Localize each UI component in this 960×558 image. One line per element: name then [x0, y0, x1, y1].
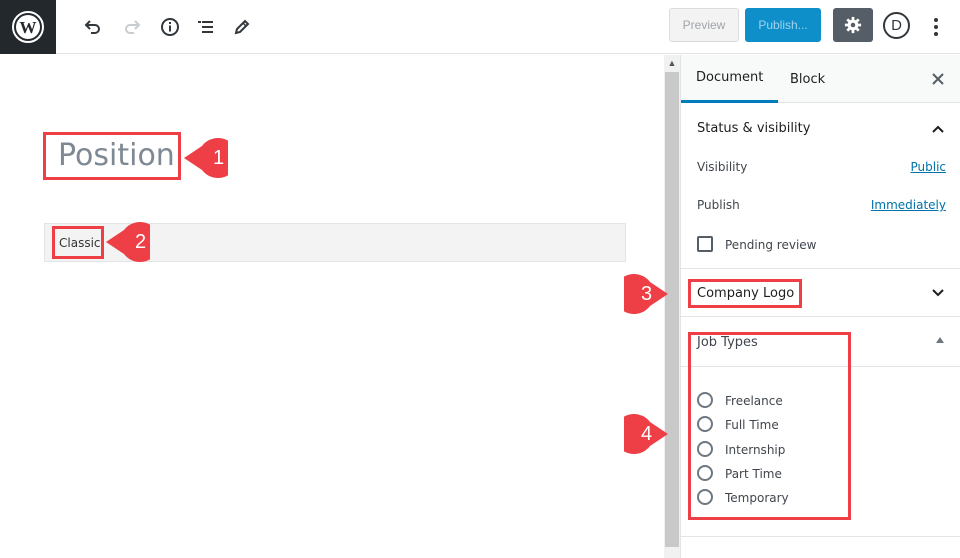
radio-full-time[interactable]	[697, 416, 713, 432]
pencil-icon	[234, 19, 250, 35]
pending-review-checkbox[interactable]	[697, 236, 713, 252]
info-icon	[161, 18, 179, 36]
radio-internship[interactable]	[697, 441, 713, 457]
publish-button[interactable]: Publish...	[745, 8, 821, 42]
editor-canvas: Position Classic	[0, 55, 664, 558]
annotation-number-4: 4	[641, 423, 653, 445]
content-info-button[interactable]	[155, 12, 185, 42]
radio-label-freelance: Freelance	[725, 394, 783, 408]
radio-label-full-time: Full Time	[725, 418, 779, 432]
visibility-value-link[interactable]: Public	[910, 160, 946, 174]
radio-freelance[interactable]	[697, 392, 713, 408]
tab-block[interactable]: Block	[775, 55, 840, 103]
redo-icon	[125, 20, 141, 34]
company-logo-toggle[interactable]: Company Logo	[697, 286, 794, 301]
preview-button[interactable]: Preview	[669, 8, 739, 42]
radio-label-temporary: Temporary	[725, 491, 789, 505]
close-icon	[932, 73, 944, 85]
sidebar-tabs: Document Block	[681, 55, 960, 103]
visibility-label: Visibility	[697, 160, 748, 174]
more-options-button[interactable]	[926, 12, 946, 42]
svg-text:W: W	[20, 18, 37, 37]
publish-date-link[interactable]: Immediately	[871, 198, 946, 212]
editor-scrollbar[interactable]: ▲	[664, 55, 680, 558]
more-vertical-icon	[934, 18, 938, 36]
radio-part-time[interactable]	[697, 465, 713, 481]
gear-icon	[844, 16, 862, 34]
chevron-up-icon[interactable]	[930, 121, 946, 137]
wordpress-logo-button[interactable]: W	[0, 0, 56, 54]
status-visibility-panel: Status & visibility Visibility Public Pu…	[681, 103, 960, 269]
annotation-number-2: 2	[135, 231, 147, 253]
divi-builder-button[interactable]: D	[883, 12, 910, 39]
wordpress-logo-icon: W	[12, 11, 44, 43]
status-visibility-toggle[interactable]: Status & visibility	[697, 121, 810, 136]
tab-document[interactable]: Document	[681, 55, 779, 103]
editor-header: W Preview Publish... D	[0, 0, 960, 54]
close-sidebar-button[interactable]	[926, 67, 950, 91]
undo-icon	[84, 20, 100, 34]
settings-sidebar: Document Block Status & visibility Visib…	[680, 55, 960, 558]
pending-review-label: Pending review	[725, 238, 817, 252]
job-types-panel-header: Job Types	[681, 317, 960, 367]
company-logo-panel: Company Logo	[681, 269, 960, 317]
job-types-toggle[interactable]: Job Types	[697, 335, 758, 350]
classic-block[interactable]: Classic	[44, 223, 626, 262]
post-title-input[interactable]: Position	[58, 138, 175, 173]
block-navigation-icon	[198, 21, 213, 33]
block-navigation-button[interactable]	[191, 12, 221, 42]
annotation-number-3: 3	[641, 283, 653, 305]
triangle-up-icon[interactable]	[934, 334, 946, 346]
scroll-up-arrow-icon[interactable]: ▲	[664, 55, 680, 71]
tools-button[interactable]	[227, 12, 257, 42]
publish-label: Publish	[697, 198, 740, 212]
annotation-number-1: 1	[213, 147, 225, 169]
redo-button[interactable]	[117, 12, 147, 42]
radio-label-part-time: Part Time	[725, 467, 782, 481]
chevron-down-icon[interactable]	[930, 285, 946, 301]
settings-button[interactable]	[833, 8, 873, 42]
job-types-panel-body: Freelance Full Time Internship Part Time…	[681, 367, 960, 537]
undo-button[interactable]	[78, 12, 108, 42]
scrollbar-thumb[interactable]	[665, 72, 679, 547]
classic-block-label: Classic	[59, 236, 101, 250]
radio-temporary[interactable]	[697, 489, 713, 505]
radio-label-internship: Internship	[725, 443, 786, 457]
